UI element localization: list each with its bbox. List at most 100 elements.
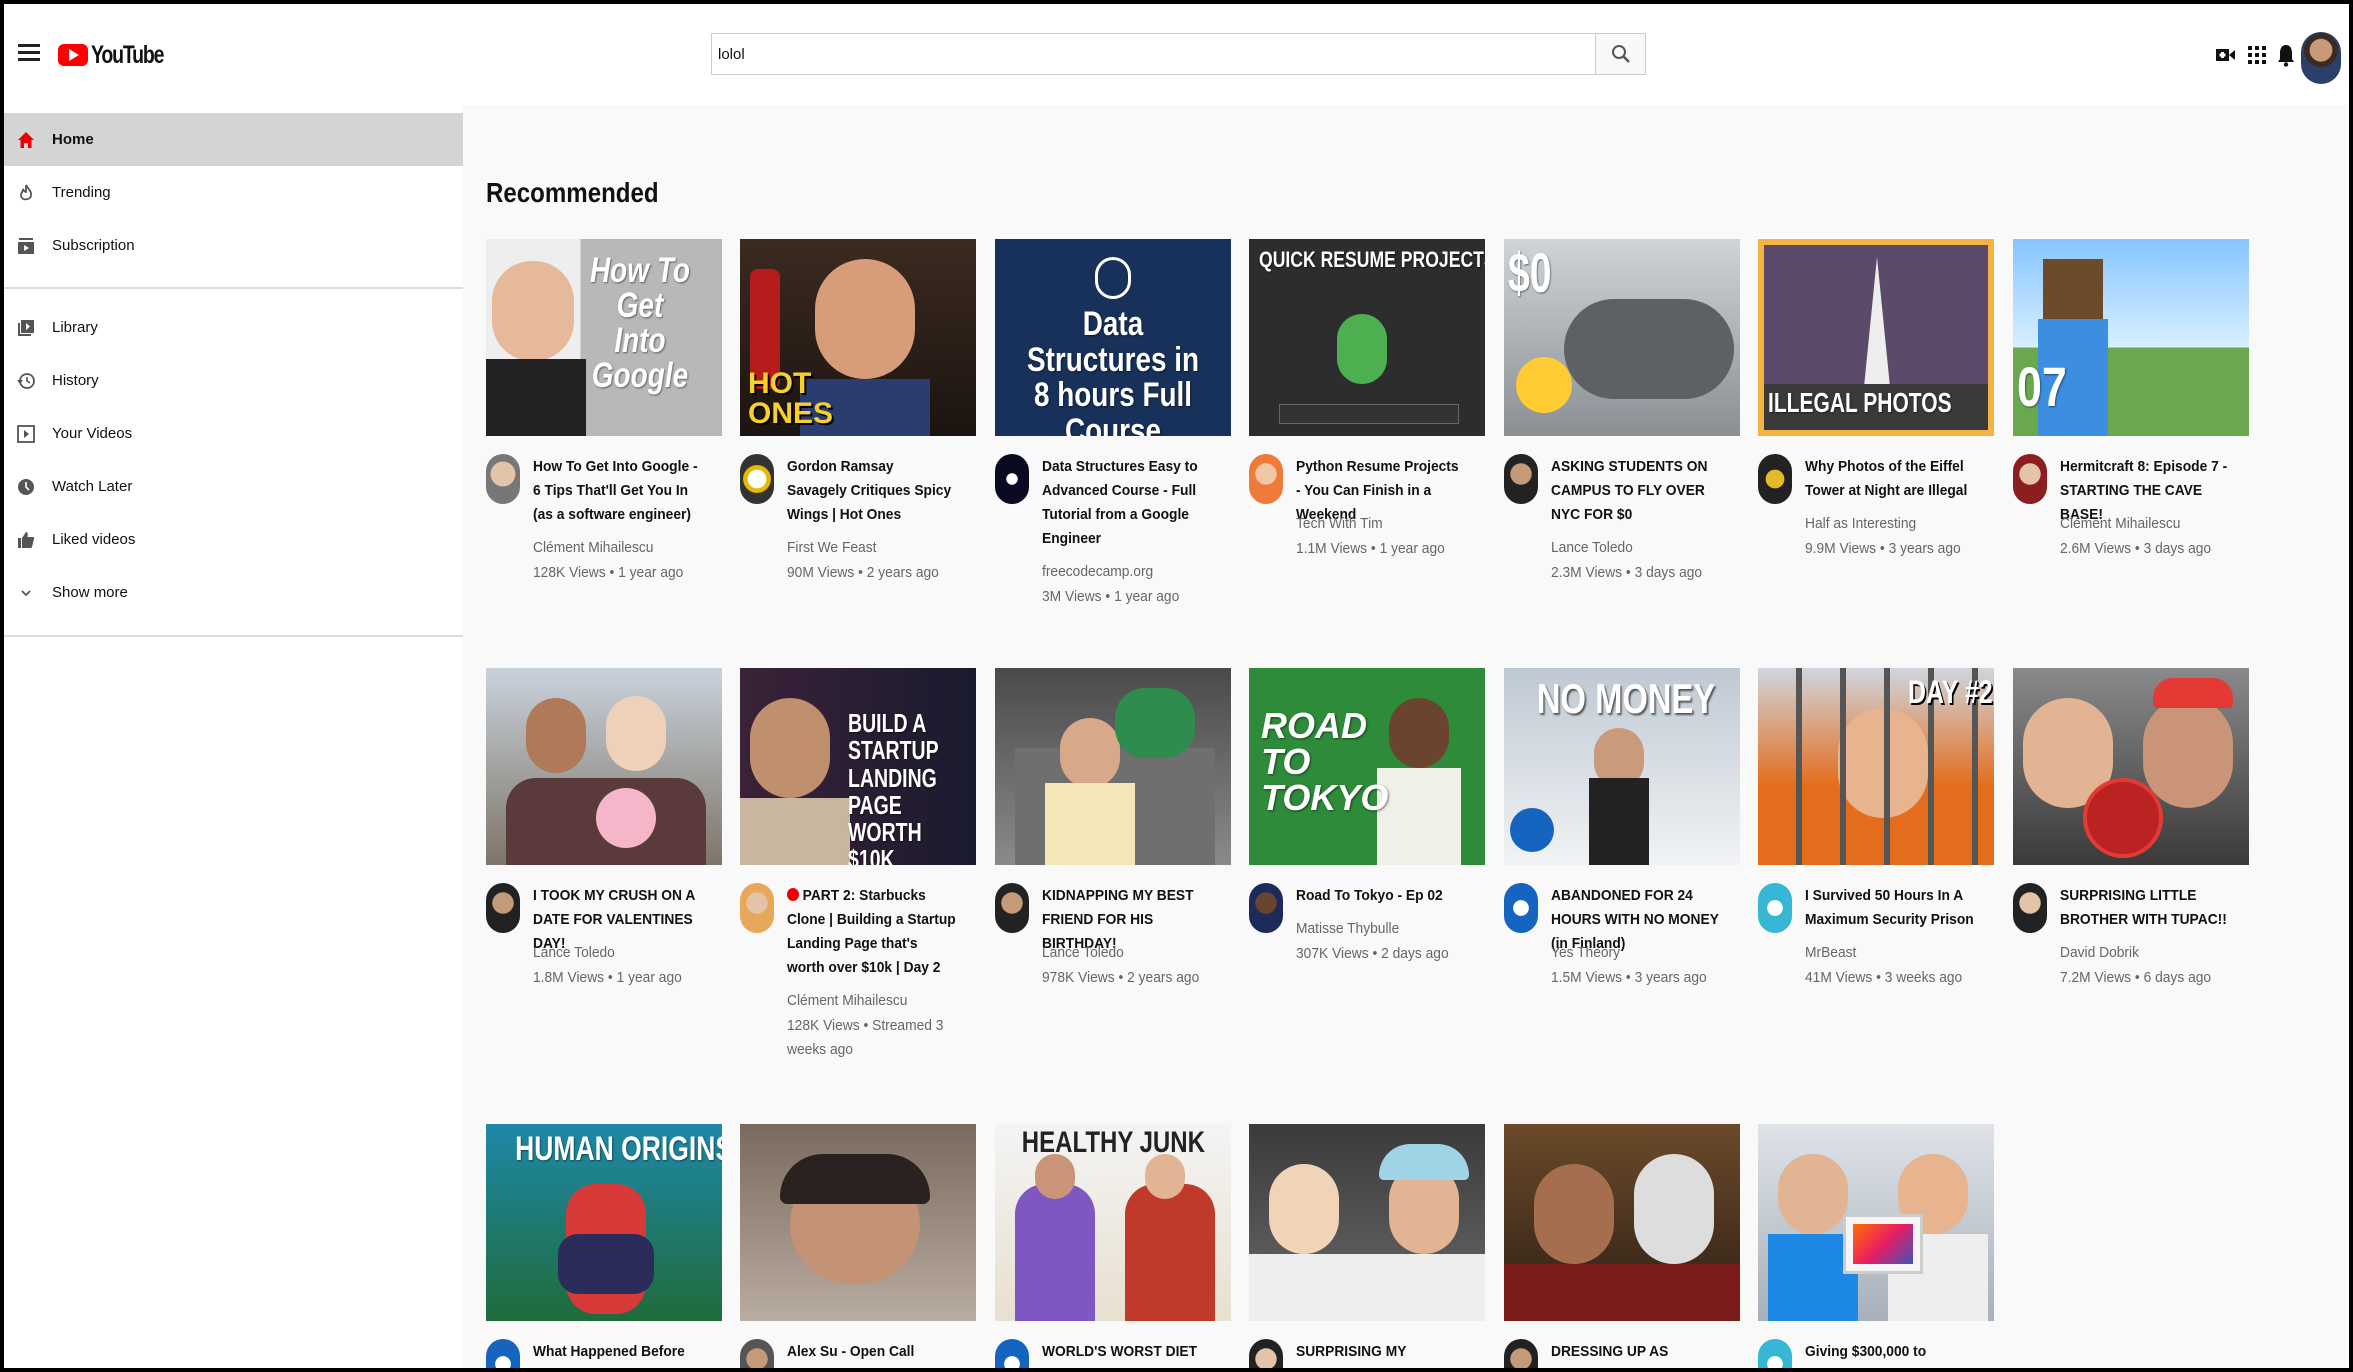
video-title[interactable]: PART 2: Starbucks Clone | Building a Sta… [787, 884, 957, 980]
channel-avatar[interactable] [1758, 454, 1792, 504]
video-title[interactable]: What Happened Before [533, 1340, 703, 1364]
channel-name[interactable]: MrBeast [1805, 944, 1856, 961]
sidebar-item-home[interactable]: Home [4, 113, 463, 166]
video-title[interactable]: Road To Tokyo - Ep 02 [1296, 884, 1466, 908]
library-icon [18, 320, 34, 336]
video-title[interactable]: ASKING STUDENTS ON CAMPUS TO FLY OVER NY… [1551, 455, 1721, 527]
video-title[interactable]: SURPRISING MY FRIENDS!! [1296, 1340, 1466, 1368]
video-thumbnail[interactable]: $0 [1504, 239, 1740, 436]
video-thumbnail[interactable]: ROAD TO TOKYO [1249, 668, 1485, 865]
watch-later-icon [18, 479, 34, 495]
video-title[interactable]: Giving $300,000 to Students [1805, 1340, 1975, 1368]
video-thumbnail[interactable] [995, 668, 1231, 865]
thumbnail-text: Data Structures in 8 hours Full Course [1027, 305, 1199, 436]
channel-avatar[interactable] [1504, 883, 1538, 933]
sidebar-item-show-more[interactable]: Show more [4, 566, 463, 619]
video-title[interactable]: I Survived 50 Hours In A Maximum Securit… [1805, 884, 1975, 932]
sidebar-item-your-videos[interactable]: Your Videos [4, 407, 463, 460]
video-thumbnail[interactable]: NO MONEY [1504, 668, 1740, 865]
channel-name[interactable]: Lance Toledo [1551, 539, 1633, 556]
menu-icon[interactable] [18, 44, 40, 62]
video-thumbnail[interactable]: HOT ONES [740, 239, 976, 436]
video-thumbnail[interactable]: HUMAN ORIGINS [486, 1124, 722, 1321]
channel-name[interactable]: Clément Mihailescu [787, 992, 907, 1009]
sidebar-item-label: Watch Later [52, 478, 133, 495]
channel-avatar[interactable] [995, 883, 1029, 933]
search-input[interactable] [712, 34, 1594, 74]
video-title[interactable]: Why Photos of the Eiffel Tower at Night … [1805, 455, 1975, 503]
video-thumbnail[interactable] [740, 1124, 976, 1321]
channel-name[interactable]: David Dobrik [2060, 944, 2139, 961]
video-thumbnail[interactable]: DAY #2 [1758, 668, 1994, 865]
channel-avatar[interactable] [740, 454, 774, 504]
video-thumbnail[interactable]: QUICK RESUME PROJECTS [1249, 239, 1485, 436]
video-thumbnail[interactable]: 07 [2013, 239, 2249, 436]
video-thumbnail[interactable]: How To Get Into Google [486, 239, 722, 436]
youtube-logo[interactable]: YouTube [58, 40, 184, 70]
channel-name[interactable]: Yes Theory [1551, 944, 1620, 961]
video-title[interactable]: How To Get Into Google - 6 Tips That'll … [533, 455, 703, 527]
video-title[interactable]: SURPRISING LITTLE BROTHER WITH TUPAC!! [2060, 884, 2230, 932]
channel-name[interactable]: Tech With Tim [1296, 515, 1383, 532]
channel-avatar[interactable] [1249, 883, 1283, 933]
channel-avatar[interactable] [1758, 1339, 1792, 1368]
video-thumbnail[interactable] [1504, 1124, 1740, 1321]
channel-name[interactable]: freecodecamp.org [1042, 563, 1153, 580]
channel-name[interactable]: Lance Toledo [1042, 944, 1124, 961]
sidebar-item-label: History [52, 372, 99, 389]
channel-avatar[interactable] [486, 1339, 520, 1368]
channel-avatar[interactable] [2013, 883, 2047, 933]
video-thumbnail[interactable] [2013, 668, 2249, 865]
video-title[interactable]: Alex Su - Open Call (Official [787, 1340, 957, 1368]
sidebar-item-liked-videos[interactable]: Liked videos [4, 513, 463, 566]
channel-avatar[interactable] [1249, 454, 1283, 504]
video-thumbnail[interactable] [1758, 1124, 1994, 1321]
channel-name[interactable]: Clément Mihailescu [2060, 515, 2180, 532]
sidebar-item-trending[interactable]: Trending [4, 166, 463, 219]
channel-avatar[interactable] [1504, 454, 1538, 504]
thumbnail-text: QUICK RESUME PROJECTS [1259, 247, 1485, 272]
channel-name[interactable]: Clément Mihailescu [533, 539, 653, 556]
video-thumbnail[interactable]: Data Structures in 8 hours Full Course [995, 239, 1231, 436]
channel-avatar[interactable] [1504, 1339, 1538, 1368]
sidebar-item-label: Subscription [52, 237, 135, 254]
channel-name[interactable]: First We Feast [787, 539, 876, 556]
chevron-down-icon [21, 590, 31, 597]
sidebar-item-label: Liked videos [52, 531, 136, 548]
channel-name[interactable]: Matisse Thybulle [1296, 920, 1399, 937]
channel-avatar[interactable] [740, 883, 774, 933]
create-video-icon[interactable] [2216, 47, 2236, 63]
video-thumbnail[interactable]: BUILD A STARTUP LANDING PAGE WORTH $10K [740, 668, 976, 865]
video-thumbnail[interactable] [486, 668, 722, 865]
sidebar-item-label: Library [52, 319, 98, 336]
video-title[interactable]: Data Structures Easy to Advanced Course … [1042, 455, 1212, 551]
video-thumbnail[interactable]: HEALTHY JUNK [995, 1124, 1231, 1321]
bell-icon[interactable] [2277, 43, 2295, 67]
sidebar-item-history[interactable]: History [4, 354, 463, 407]
channel-avatar[interactable] [486, 454, 520, 504]
video-thumbnail[interactable]: ILLEGAL PHOTOS [1758, 239, 1994, 436]
video-thumbnail[interactable] [1249, 1124, 1485, 1321]
channel-name[interactable]: Half as Interesting [1805, 515, 1916, 532]
video-title[interactable]: WORLD'S WORST DIET vs. [1042, 1340, 1212, 1368]
user-avatar[interactable] [2301, 32, 2341, 84]
channel-avatar[interactable] [1249, 1339, 1283, 1368]
youtube-play-icon [58, 44, 88, 66]
thumbnail-text: ROAD TO TOKYO [1261, 705, 1389, 818]
video-title[interactable]: Gordon Ramsay Savagely Critiques Spicy W… [787, 455, 957, 527]
channel-avatar[interactable] [486, 883, 520, 933]
video-meta: 1.5M Views • 3 years ago [1551, 969, 1707, 986]
sidebar-item-library[interactable]: Library [4, 301, 463, 354]
sidebar-item-watch-later[interactable]: Watch Later [4, 460, 463, 513]
channel-avatar[interactable] [1758, 883, 1792, 933]
channel-avatar[interactable] [740, 1339, 774, 1368]
sidebar-item-subscription[interactable]: Subscription [4, 219, 463, 272]
sidebar: Home Trending Subscription Library Histo… [4, 105, 463, 1368]
channel-avatar[interactable] [2013, 454, 2047, 504]
video-title[interactable]: DRESSING UP AS WOMEN [1551, 1340, 1721, 1368]
channel-avatar[interactable] [995, 1339, 1029, 1368]
channel-name[interactable]: Lance Toledo [533, 944, 615, 961]
search-button[interactable] [1595, 34, 1645, 74]
channel-avatar[interactable] [995, 454, 1029, 504]
apps-icon[interactable] [2248, 46, 2266, 64]
